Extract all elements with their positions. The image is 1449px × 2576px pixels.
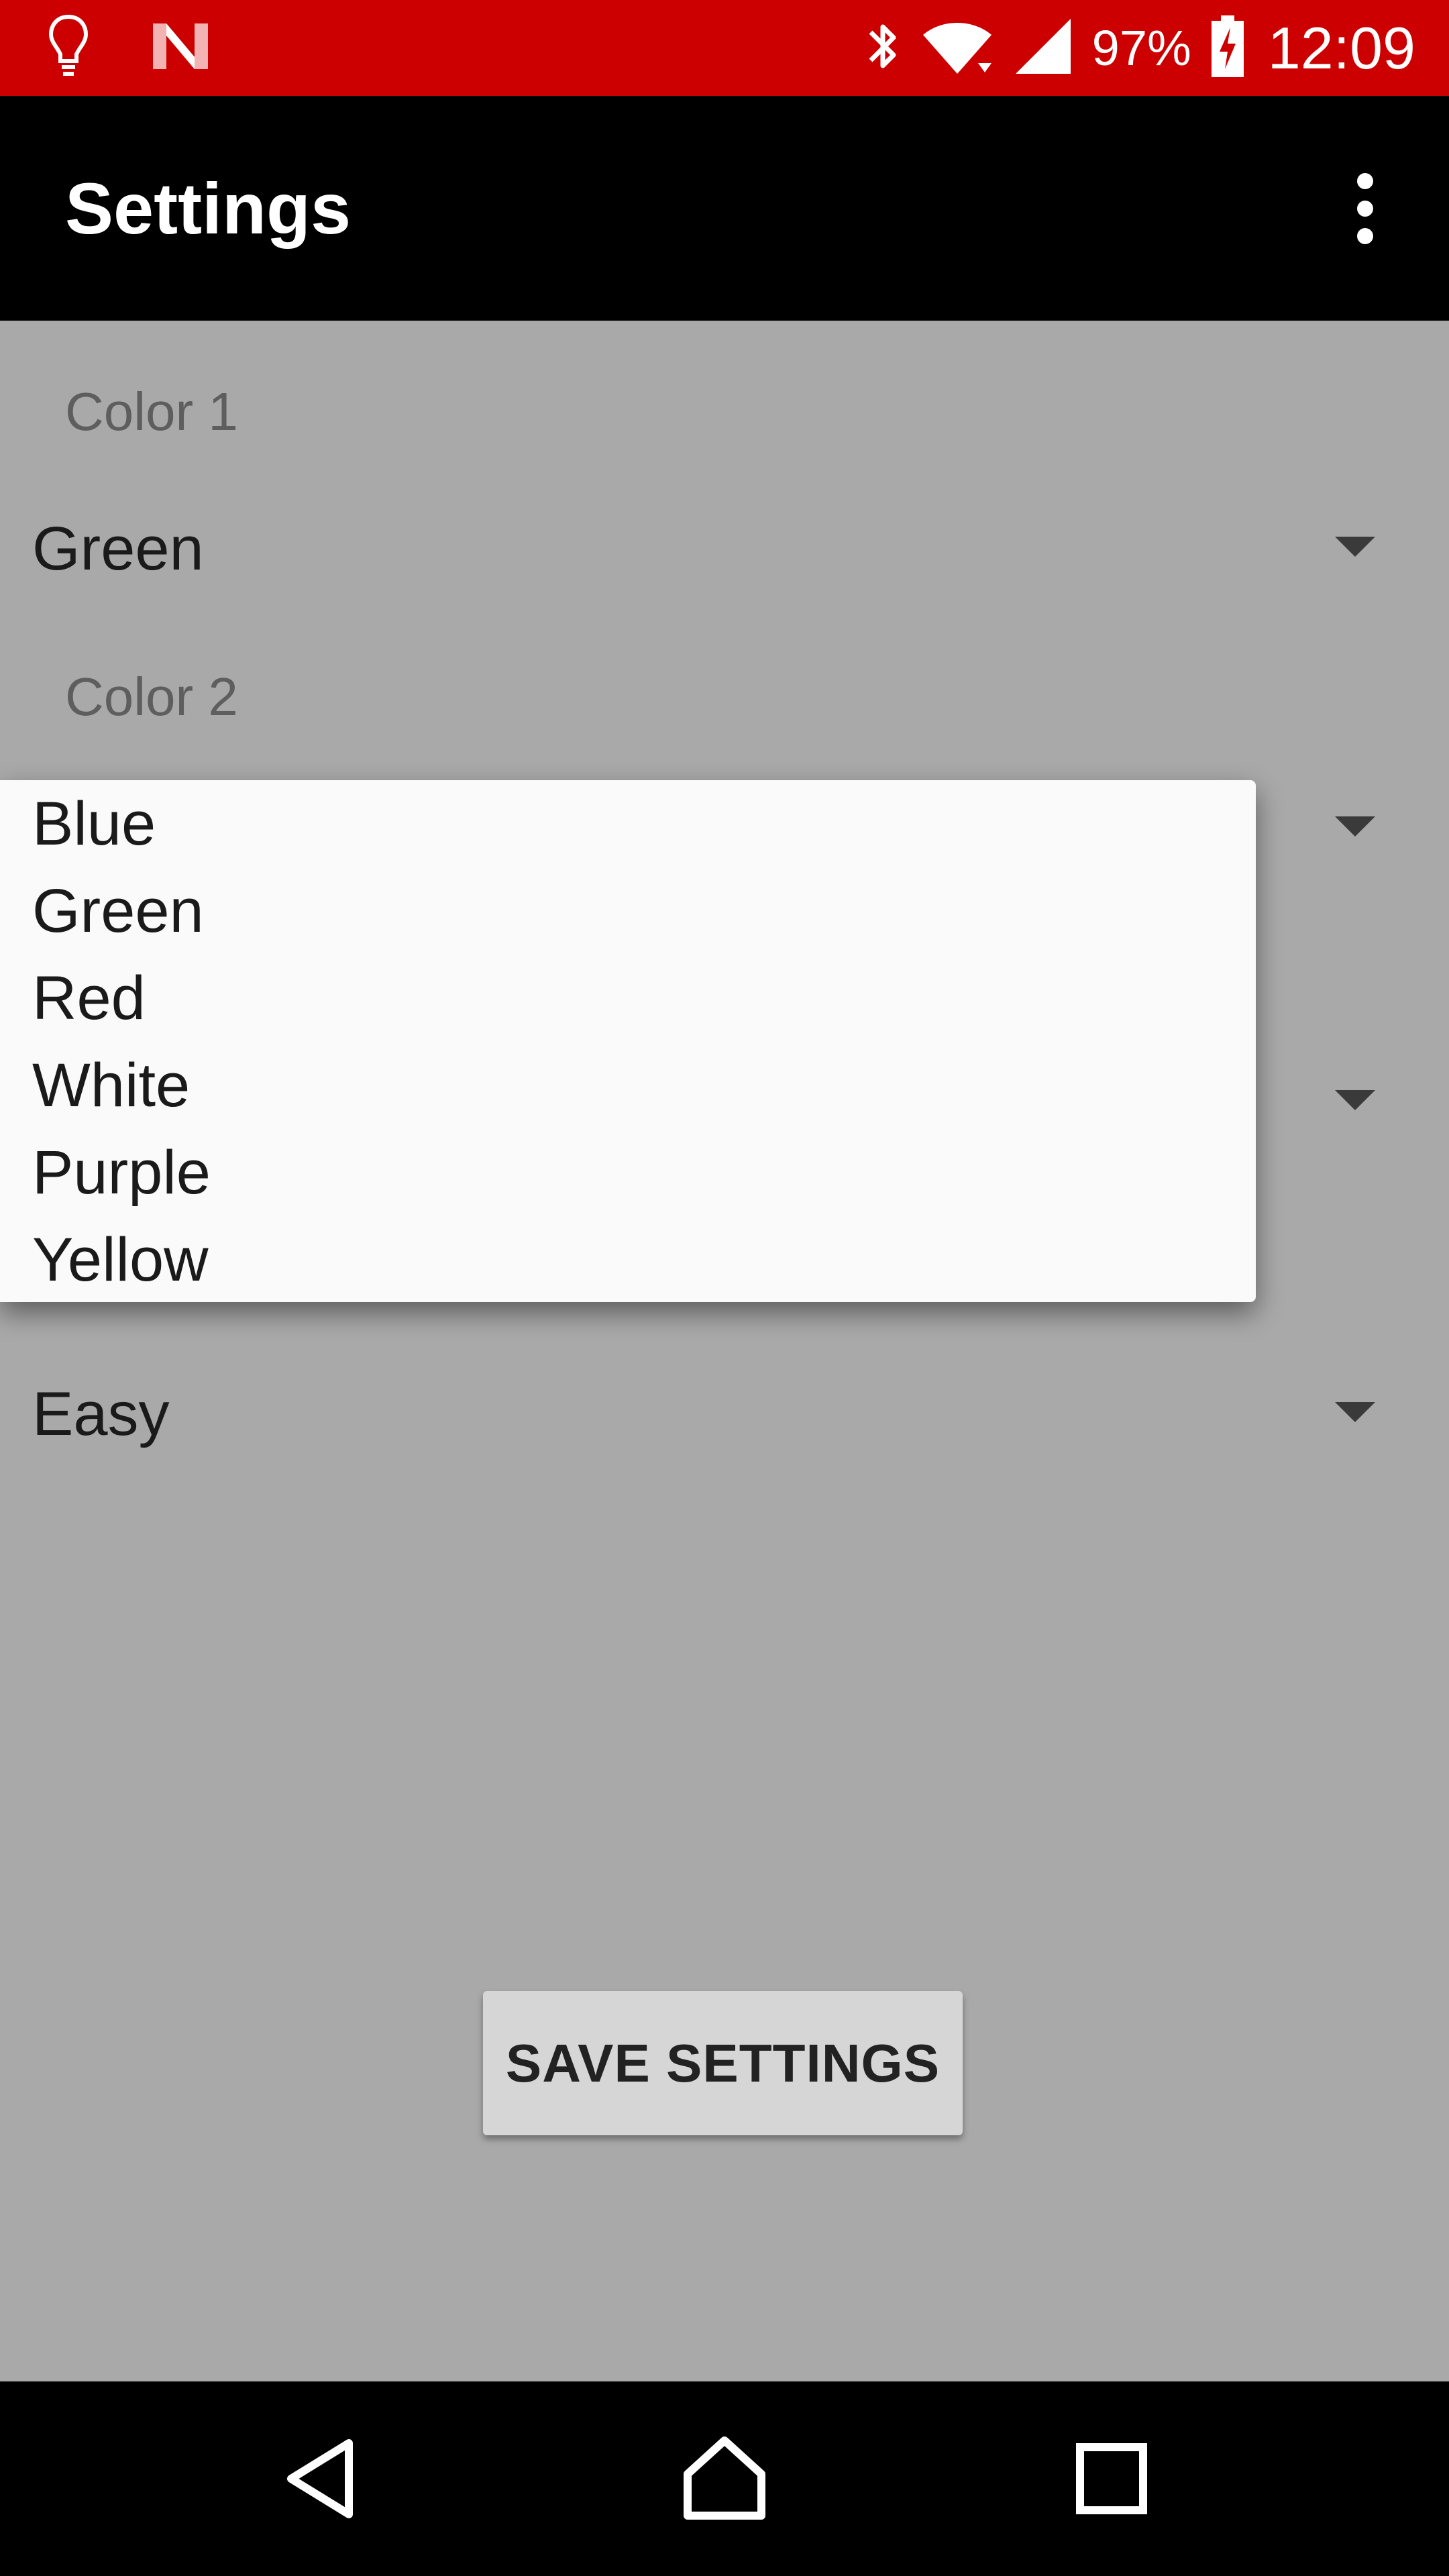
color1-label: Color 1 <box>65 382 238 441</box>
dropdown-arrow-icon <box>1335 1090 1375 1110</box>
save-settings-button[interactable]: SAVE SETTINGS <box>483 1991 963 2135</box>
screen: 97% 12:09 Settings Color 1 Green Color 2… <box>0 0 1449 2576</box>
dropdown-option-green[interactable]: Green <box>32 867 204 955</box>
page-title: Settings <box>65 168 352 249</box>
news-icon <box>150 19 211 76</box>
battery-percent: 97% <box>1091 20 1191 76</box>
color2-label: Color 2 <box>65 667 238 727</box>
status-bar: 97% 12:09 <box>0 0 1449 96</box>
dropdown-option-red[interactable]: Red <box>32 955 146 1042</box>
status-right-icons: 97% 12:09 <box>864 0 1415 96</box>
cell-signal-icon <box>1013 16 1073 80</box>
overflow-menu-button[interactable] <box>1328 163 1402 254</box>
navigation-bar <box>0 2381 1449 2576</box>
more-vertical-icon <box>1357 172 1373 244</box>
status-left-icons <box>47 0 211 96</box>
dropdown-option-purple[interactable]: Purple <box>32 1129 211 1216</box>
difficulty-spinner[interactable]: Easy <box>0 1354 1449 1474</box>
dropdown-arrow-icon <box>1335 1402 1375 1422</box>
bluetooth-icon <box>864 16 902 80</box>
difficulty-value: Easy <box>32 1379 170 1448</box>
app-bar: Settings <box>0 96 1449 321</box>
dropdown-option-white[interactable]: White <box>32 1042 190 1129</box>
recents-button[interactable] <box>1044 2412 1179 2546</box>
home-icon <box>684 2436 765 2520</box>
dropdown-option-yellow[interactable]: Yellow <box>32 1216 209 1303</box>
color1-value: Green <box>32 514 204 583</box>
wifi-icon <box>920 16 994 80</box>
color-dropdown-popup: Blue Green Red White Purple Yellow <box>0 780 1256 1302</box>
battery-charging-icon <box>1210 14 1245 82</box>
color1-spinner[interactable]: Green <box>0 488 1449 609</box>
recents-icon <box>1076 2443 1147 2514</box>
clock: 12:09 <box>1267 14 1415 81</box>
home-button[interactable] <box>657 2412 792 2546</box>
back-icon <box>287 2439 353 2518</box>
back-button[interactable] <box>255 2412 389 2546</box>
dropdown-arrow-icon <box>1335 537 1375 557</box>
settings-content: Color 1 Green Color 2 Easy SAVE SETTINGS <box>0 321 1449 2381</box>
dropdown-arrow-icon <box>1335 816 1375 837</box>
dropdown-option-blue[interactable]: Blue <box>32 780 156 867</box>
lightbulb-icon <box>47 13 90 83</box>
